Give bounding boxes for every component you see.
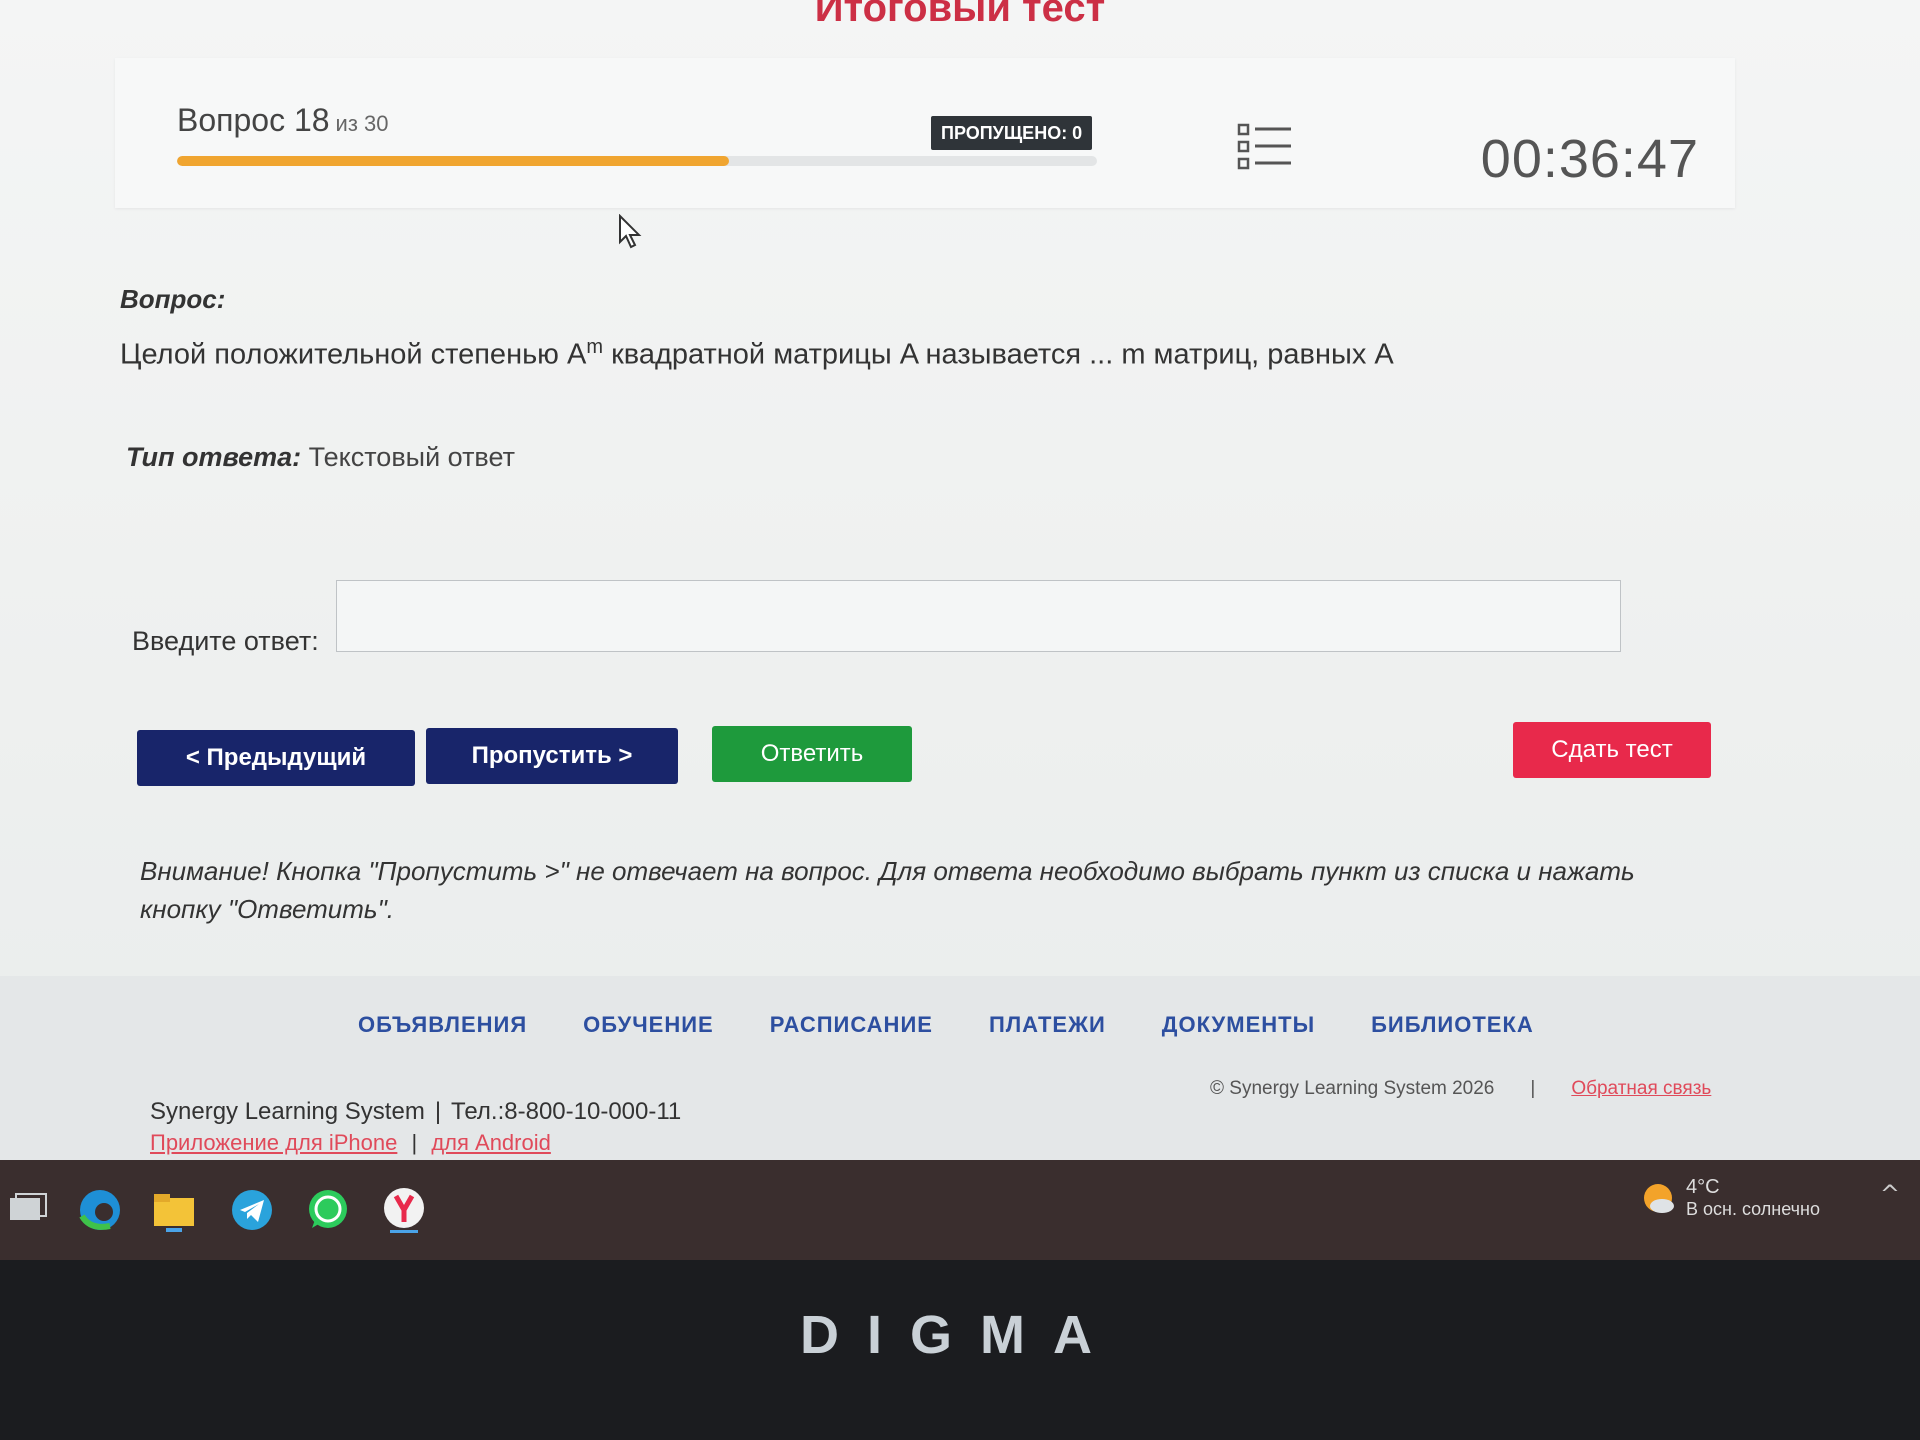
android-app-link[interactable]: для Android [431,1130,551,1155]
answer-type-label: Тип ответа: [126,442,302,472]
weather-description: В осн. солнечно [1686,1199,1820,1219]
iphone-app-link[interactable]: Приложение для iPhone [150,1130,397,1155]
page-title: Итоговый тест [814,0,1106,30]
submit-test-button[interactable]: Сдать тест [1513,722,1711,778]
answer-button[interactable]: Ответить [712,726,912,782]
sun-cloud-icon [1644,1184,1674,1213]
copyright-line: © Synergy Learning System 2026 | Обратная … [1210,1078,1711,1100]
skip-warning-text: Внимание! Кнопка "Пропустить >" не отвеч… [140,856,1635,924]
task-view-icon[interactable] [4,1186,52,1234]
question-text-end: квадратной матрицы A называется ... m ма… [603,338,1394,371]
test-header-panel: Вопрос 18 из 30 ПРОПУЩЕНО: 0 00:36:47 [115,58,1735,208]
monitor-brand-logo: DIGMA [800,1305,1120,1365]
weather-text: 4°C В осн. солнечно [1686,1176,1820,1220]
countdown-timer: 00:36:47 [1480,129,1699,189]
windows-taskbar: 4°C В осн. солнечно ^ [0,1160,1920,1260]
company-info: Synergy Learning System | Тел.:8-800-10-00… [150,1098,681,1126]
nav-learning[interactable]: ОБУЧЕНИЕ [583,1012,714,1038]
nav-announcements[interactable]: ОБЪЯВЛЕНИЯ [358,1012,527,1038]
company-phone: Тел.:8-800-10-000-11 [451,1098,682,1125]
file-explorer-icon[interactable] [150,1186,198,1234]
monitor-bezel: DIGMA [0,1260,1920,1440]
list-icon[interactable] [1237,122,1293,172]
answer-input-label: Введите ответ: [132,626,319,656]
tray-chevron-up-icon[interactable]: ^ [1880,1180,1900,1208]
skipped-badge: ПРОПУЩЕНО: 0 [931,116,1093,150]
mouse-cursor-icon [619,214,642,249]
feedback-link[interactable]: Обратная связь [1571,1078,1711,1099]
company-name: Synergy Learning System [150,1098,425,1125]
answer-input[interactable] [336,580,1621,652]
answer-type-value: Текстовый ответ [301,442,515,472]
weather-temperature: 4°C [1686,1176,1720,1198]
browser-screen: Итоговый тест Вопрос 18 из 30 ПРОПУЩЕНО: … [0,0,1920,1160]
app-links: Приложение для iPhone | для Android [150,1130,551,1156]
footer-nav: ОБЪЯВЛЕНИЯ ОБУЧЕНИЕ РАСПИСАНИЕ ПЛАТЕЖИ Д… [358,1012,1534,1038]
copyright-divider: | [1530,1078,1536,1099]
nav-library[interactable]: БИБЛИОТЕКА [1371,1012,1534,1038]
site-footer: ОБЪЯВЛЕНИЯ ОБУЧЕНИЕ РАСПИСАНИЕ ПЛАТЕЖИ Д… [0,976,1920,1160]
nav-payments[interactable]: ПЛАТЕЖИ [989,1012,1106,1038]
weather-widget[interactable]: 4°C В осн. солнечно [1640,1176,1820,1220]
question-superscript: m [586,336,604,358]
nav-schedule[interactable]: РАСПИСАНИЕ [770,1012,933,1038]
yandex-browser-icon[interactable] [380,1186,428,1234]
answer-type: Тип ответа: Текстовый ответ [126,442,515,473]
progress-bar-fill [177,156,729,166]
copyright-text: © Synergy Learning System 2026 [1210,1078,1495,1099]
whatsapp-icon[interactable] [304,1186,352,1234]
skip-button[interactable]: Пропустить > [426,728,678,784]
question-number: Вопрос 18 [177,102,330,138]
question-total: из 30 [335,111,389,136]
question-text-start: Целой положительной степенью A [120,338,587,371]
app-links-divider: | [411,1130,418,1155]
telegram-icon[interactable] [228,1186,276,1234]
progress-bar [177,156,1097,166]
edge-icon[interactable] [76,1186,124,1234]
question-counter: Вопрос 18 из 30 [177,102,389,139]
nav-documents[interactable]: ДОКУМЕНТЫ [1162,1012,1315,1038]
previous-button[interactable]: < Предыдущий [137,730,415,786]
company-divider: | [434,1098,442,1125]
question-text: Целой положительной степенью Am квадратн… [120,336,1394,372]
question-label: Вопрос: [120,284,226,314]
